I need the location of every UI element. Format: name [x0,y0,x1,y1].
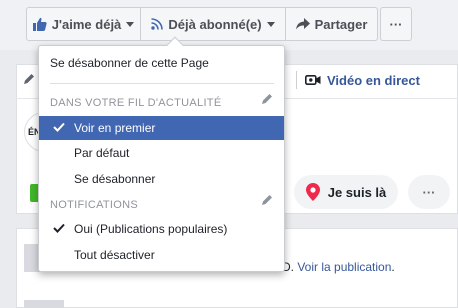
edit-pencil-icon[interactable] [260,193,274,207]
menu-item-label: Tout désactiver [74,248,155,262]
composer-more-label: ··· [422,184,436,200]
menu-item-unfollow[interactable]: Se désabonner [39,167,284,191]
following-label: Déjà abonné(e) [168,16,262,32]
rss-icon [151,18,164,30]
location-pin-icon [305,183,320,201]
follow-settings-menu: Se désabonner de cette Page DANS VOTRE F… [38,36,285,272]
view-post-link[interactable]: Voir la publication [297,260,391,274]
live-video-label: Vidéo en direct [327,72,420,88]
liked-button[interactable]: J'aime déjà [26,7,141,41]
edit-pencil-icon[interactable] [260,92,274,106]
post-text: D. Voir la publication. [282,260,395,274]
liked-label: J'aime déjà [51,16,122,32]
notifications-header: NOTIFICATIONS [50,199,139,211]
checkmark-icon [53,223,65,233]
checkmark-icon [53,122,65,132]
check-in-label: Je suis là [327,184,387,200]
share-arrow-icon [295,18,310,30]
following-button[interactable]: Déjà abonné(e) [141,7,286,41]
page-action-bar: J'aime déjà Déjà abonné(e) Partager ··· [0,0,458,50]
thumbs-up-icon [32,17,47,31]
menu-item-label: Oui (Publications populaires) [74,222,228,236]
share-button[interactable]: Partager [286,7,378,41]
chevron-down-icon [126,21,135,27]
post-thumbnail-2 [24,300,64,308]
menu-divider [50,83,274,84]
menu-item-see-first[interactable]: Voir en premier [39,116,284,140]
menu-item-label: Se désabonner [74,172,156,186]
pencil-icon [24,74,34,84]
check-in-button[interactable]: Je suis là [294,175,398,209]
share-label: Partager [314,16,368,32]
post-suffix: . [391,260,395,274]
more-label: ··· [389,16,403,32]
menu-item-label: Par défaut [74,146,130,160]
menu-item-all-off[interactable]: Tout désactiver [39,243,284,267]
toolbar-divider [296,71,297,89]
news-feed-header: DANS VOTRE FIL D'ACTUALITÉ [50,97,222,109]
chevron-down-icon [266,21,275,27]
video-camera-icon [305,74,321,85]
menu-item-label: Se désabonner de cette Page [50,56,209,70]
live-video-button[interactable]: Vidéo en direct [296,68,420,92]
menu-item-label: Voir en premier [74,121,156,135]
menu-item-highlights[interactable]: Oui (Publications populaires) [39,217,284,241]
more-options-button[interactable]: ··· [380,7,412,41]
menu-item-unfollow-page[interactable]: Se désabonner de cette Page [39,51,284,75]
menu-item-default[interactable]: Par défaut [39,141,284,165]
composer-more-button[interactable]: ··· [408,175,450,209]
